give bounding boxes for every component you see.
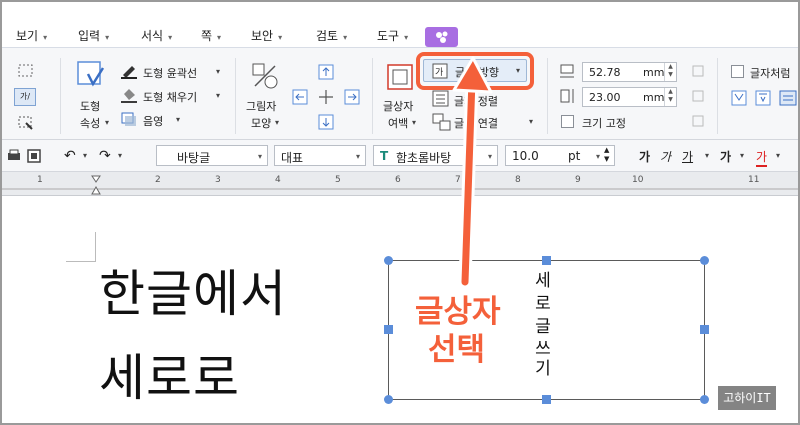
annotation-text-line2: 선택 — [428, 332, 486, 368]
watermark: 고하이IT — [718, 386, 776, 410]
annotation-arrow — [452, 56, 493, 289]
app-window: 보기 ▾ 입력 ▾ 서식 ▾ 쪽 ▾ 보안 ▾ 검토 ▾ 도구 ▾ 가/ 도형 속성 ▾ 도형 — [0, 0, 800, 425]
